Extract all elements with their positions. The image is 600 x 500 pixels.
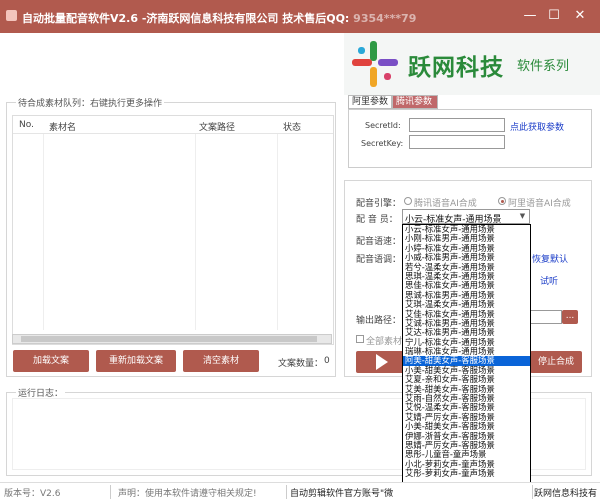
play-icon: [376, 354, 388, 370]
chevron-down-icon[interactable]: ▼: [517, 211, 528, 222]
title-bar: 自动批量配音软件V2.6 -济南跃网信息科技有限公司 技术售后QQ: 9354*…: [0, 0, 600, 33]
tone-label: 配音语调：: [356, 255, 402, 265]
col-name[interactable]: 素材名: [49, 120, 76, 133]
status-company: 跃网信息科技有: [534, 489, 598, 499]
col-status[interactable]: 状态: [283, 120, 301, 133]
engine-option-tencent[interactable]: 腾讯语音AI合成: [414, 196, 477, 209]
brand-banner: 跃网科技 软件系列: [344, 33, 600, 95]
status-divider: [110, 485, 111, 499]
col-path[interactable]: 文案路径: [199, 120, 235, 133]
status-notice: 声明：使用本软件请遵守相关规定!: [118, 489, 257, 499]
maximize-icon[interactable]: ☐: [546, 8, 562, 24]
material-table[interactable]: No. 素材名 文案路径 状态: [12, 115, 334, 345]
table-header: No. 素材名 文案路径 状态: [13, 116, 333, 134]
table-hscrollbar[interactable]: [12, 334, 332, 344]
col-divider: [43, 134, 44, 330]
voice-dropdown-list[interactable]: 小云-标准女声-通用场景 小刚-标准男声-通用场景 小婷-标准女声-通用场景 小威-标…: [402, 224, 531, 500]
voice-label: 配 音 员：: [356, 215, 398, 225]
load-text-button[interactable]: 加载文案: [13, 350, 89, 372]
all-material-label[interactable]: 全部素材: [366, 334, 402, 347]
engine-radio-tencent[interactable]: [404, 197, 412, 205]
voice-option[interactable]: 艾彤-萝莉女声-童声场景: [403, 468, 530, 478]
restore-default-link[interactable]: 恢复默认: [532, 252, 568, 265]
queue-group-title: 待合成素材队列：右键执行更多操作: [16, 96, 165, 109]
listen-link[interactable]: 试听: [540, 274, 558, 287]
status-divider: [286, 485, 287, 499]
tab-tencent-params[interactable]: 腾讯参数: [392, 95, 438, 109]
secret-key-input[interactable]: [409, 135, 505, 149]
clear-material-button[interactable]: 清空素材: [183, 350, 259, 372]
app-icon: [6, 10, 17, 21]
browse-button[interactable]: ...: [562, 310, 578, 324]
brand-name: 跃网科技: [408, 55, 504, 81]
close-icon[interactable]: ✕: [572, 8, 588, 24]
engine-radio-ali[interactable]: [498, 197, 506, 205]
brand-subtitle: 软件系列: [517, 59, 570, 74]
brand-logo-icon: [352, 41, 398, 87]
all-material-checkbox[interactable]: [356, 335, 364, 343]
tencent-params-panel: SecretId: 点此获取参数 SecretKey:: [348, 109, 592, 168]
col-divider: [195, 134, 196, 330]
stop-synthesis-button[interactable]: 停止合成: [530, 351, 582, 373]
output-path-label: 输出路径：: [356, 316, 402, 326]
status-bar: 版本号：V2.6 声明：使用本软件请遵守相关规定! 自动剪辑软件官方账号"微 跃…: [0, 482, 600, 500]
col-divider: [277, 134, 278, 330]
hscroll-thumb[interactable]: [21, 336, 317, 342]
output-path-input[interactable]: [530, 310, 562, 324]
secret-id-input[interactable]: [409, 118, 505, 132]
reload-text-button[interactable]: 重新加载文案: [96, 350, 176, 372]
get-params-link[interactable]: 点此获取参数: [510, 120, 564, 133]
status-version: 版本号：V2.6: [4, 489, 61, 499]
status-divider: [532, 485, 533, 499]
speed-label: 配音语速：: [356, 237, 402, 247]
window-title: 自动批量配音软件V2.6 -济南跃网信息科技有限公司 技术售后QQ: 9354*…: [22, 12, 417, 25]
voice-select[interactable]: 小云-标准女声-通用场景 ▼: [402, 209, 530, 225]
tab-ali-params[interactable]: 阿里参数: [348, 95, 392, 109]
material-count-label: 文案数量：: [278, 359, 324, 369]
engine-option-ali[interactable]: 阿里语音AI合成: [508, 196, 571, 209]
col-no[interactable]: No.: [19, 120, 34, 130]
material-count-value: 0: [324, 356, 330, 366]
status-account[interactable]: 自动剪辑软件官方账号"微: [290, 486, 393, 499]
engine-label: 配音引擎：: [356, 199, 402, 209]
secret-id-label: SecretId:: [365, 121, 401, 130]
secret-key-label: SecretKey:: [361, 139, 404, 148]
minimize-icon[interactable]: —: [522, 8, 538, 24]
